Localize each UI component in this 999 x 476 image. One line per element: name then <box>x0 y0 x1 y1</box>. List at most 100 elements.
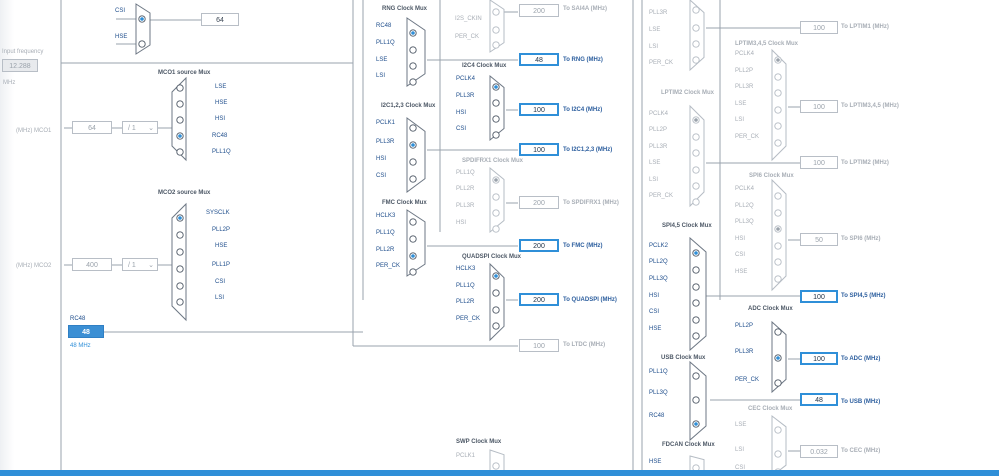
qspi-mux-radio-2[interactable] <box>492 306 500 314</box>
spi6-mux-radio-4[interactable] <box>774 258 782 266</box>
lptim1-mux-radio-3[interactable] <box>692 56 700 64</box>
mco2-mux-radio-1[interactable] <box>176 231 184 239</box>
qspi-mux-radio-3[interactable] <box>492 322 500 330</box>
lptim345-mux-radio-4[interactable] <box>774 122 782 130</box>
mco2-mux-radio-5[interactable] <box>176 298 184 306</box>
lptim1-mux-radio-2[interactable] <box>692 40 700 48</box>
spi6-mux-radio-5[interactable] <box>774 275 782 283</box>
i2c4-mux-radio-3[interactable] <box>492 131 500 139</box>
lptim2-mux-radio-3[interactable] <box>692 166 700 174</box>
i2c4-mux-radio-1[interactable] <box>492 99 500 107</box>
top-output-field[interactable]: 64 <box>201 13 239 26</box>
i2c123-mux-radio-2[interactable] <box>409 158 417 166</box>
top-mux[interactable] <box>135 3 151 55</box>
qspi-mux[interactable] <box>489 262 505 342</box>
top-mux-radio-1[interactable] <box>138 40 146 48</box>
qspi-output-field[interactable]: 200 <box>519 293 559 306</box>
lptim1-mux[interactable] <box>689 0 705 72</box>
i2c123-mux[interactable] <box>406 117 426 193</box>
mco2-output-field[interactable]: 400 <box>72 258 112 271</box>
mco2-mux-radio-2[interactable] <box>176 248 184 256</box>
rc48-output-field[interactable]: 48 <box>68 325 104 338</box>
i2c123-output-field[interactable]: 100 <box>519 143 559 156</box>
mco2-mux[interactable] <box>171 202 187 322</box>
mco1-mux[interactable] <box>171 76 187 162</box>
lptim345-mux-radio-1[interactable] <box>774 73 782 81</box>
lptim345-mux[interactable] <box>771 48 787 162</box>
lptim1-output-field[interactable]: 100 <box>800 21 838 34</box>
spi45-mux-radio-5[interactable] <box>692 332 700 340</box>
usb-mux-radio-0[interactable] <box>692 372 700 380</box>
i2c123-mux-radio-3[interactable] <box>409 175 417 183</box>
i2c4-output-field[interactable]: 100 <box>519 103 559 116</box>
spdif-mux-radio-2[interactable] <box>492 209 500 217</box>
spi6-mux-radio-1[interactable] <box>774 209 782 217</box>
spi6-mux-radio-3[interactable] <box>774 242 782 250</box>
rng-mux-radio-3[interactable] <box>409 78 417 86</box>
fmc-mux[interactable] <box>406 209 426 277</box>
fmc-mux-radio-0[interactable] <box>409 218 417 226</box>
spi45-mux-radio-1[interactable] <box>692 266 700 274</box>
mco1-divider-select[interactable]: / 1 ⌄ <box>122 121 158 134</box>
sai-mux-radio-0[interactable] <box>492 8 500 16</box>
rng-mux-radio-2[interactable] <box>409 62 417 70</box>
lptim2-mux-radio-2[interactable] <box>692 149 700 157</box>
fmc-output-field[interactable]: 200 <box>519 239 559 252</box>
usb-mux-radio-1[interactable] <box>692 396 700 404</box>
rng-mux-radio-1[interactable] <box>409 46 417 54</box>
sai-mux-radio-1[interactable] <box>492 26 500 34</box>
cec-output-field[interactable]: 0.032 <box>800 445 838 458</box>
spi45-mux-radio-3[interactable] <box>692 299 700 307</box>
lptim2-mux-radio-1[interactable] <box>692 133 700 141</box>
spdif-output-field[interactable]: 200 <box>519 196 559 209</box>
usb-output-field[interactable]: 48 <box>800 393 838 406</box>
lptim2-mux-radio-4[interactable] <box>692 182 700 190</box>
sai-mux-radio-2[interactable] <box>492 41 500 49</box>
cec-mux-radio-1[interactable] <box>774 450 782 458</box>
lptim1-mux-radio-1[interactable] <box>692 24 700 32</box>
mco1-mux-radio-2[interactable] <box>176 116 184 124</box>
mco1-output-field[interactable]: 64 <box>72 121 112 134</box>
adc-output-field[interactable]: 100 <box>800 352 838 365</box>
mco2-mux-radio-4[interactable] <box>176 282 184 290</box>
fmc-mux-radio-1[interactable] <box>409 235 417 243</box>
lptim2-mux[interactable] <box>689 104 705 208</box>
input-frequency-field[interactable]: 12.288 <box>2 59 38 72</box>
mco1-mux-radio-1[interactable] <box>176 100 184 108</box>
spi45-mux-radio-2[interactable] <box>692 283 700 291</box>
rng-output-field[interactable]: 48 <box>519 53 559 66</box>
lptim345-mux-radio-5[interactable] <box>774 139 782 147</box>
lptim2-mux-radio-5[interactable] <box>692 198 700 206</box>
i2c123-mux-radio-0[interactable] <box>409 124 417 132</box>
ltdc-output-field[interactable]: 100 <box>519 339 559 352</box>
cec-mux-radio-0[interactable] <box>774 426 782 434</box>
i2c4-mux-radio-2[interactable] <box>492 115 500 123</box>
spi6-output-field[interactable]: 50 <box>800 233 838 246</box>
cec-mux[interactable] <box>771 414 787 476</box>
spi45-output-field[interactable]: 100 <box>800 290 838 303</box>
mco2-mux-radio-3[interactable] <box>176 265 184 273</box>
spdif-mux[interactable] <box>489 166 505 234</box>
adc-mux-radio-0[interactable] <box>774 328 782 336</box>
sai-mux[interactable] <box>489 0 505 53</box>
spi45-mux-radio-4[interactable] <box>692 316 700 324</box>
spdif-mux-radio-1[interactable] <box>492 193 500 201</box>
spi6-mux-radio-0[interactable] <box>774 192 782 200</box>
lptim2-output-field[interactable]: 100 <box>800 156 838 169</box>
fmc-mux-radio-3[interactable] <box>409 268 417 276</box>
i2c4-mux[interactable] <box>489 74 505 142</box>
spi6-mux[interactable] <box>771 178 787 292</box>
spi45-mux[interactable] <box>689 236 707 352</box>
lptim345-mux-radio-2[interactable] <box>774 89 782 97</box>
mco2-divider-select[interactable]: / 1 ⌄ <box>122 258 158 271</box>
lptim345-output-field[interactable]: 100 <box>800 100 838 113</box>
swp-mux-radio-0[interactable] <box>492 462 500 470</box>
lptim1-mux-radio-0[interactable] <box>692 6 700 14</box>
adc-mux[interactable] <box>771 320 787 394</box>
mco1-mux-radio-0[interactable] <box>176 84 184 92</box>
usb-mux[interactable] <box>689 360 707 442</box>
adc-mux-radio-2[interactable] <box>774 379 782 387</box>
sai-output-field[interactable]: 200 <box>519 4 559 17</box>
qspi-mux-radio-1[interactable] <box>492 289 500 297</box>
mco1-mux-radio-4[interactable] <box>176 148 184 156</box>
